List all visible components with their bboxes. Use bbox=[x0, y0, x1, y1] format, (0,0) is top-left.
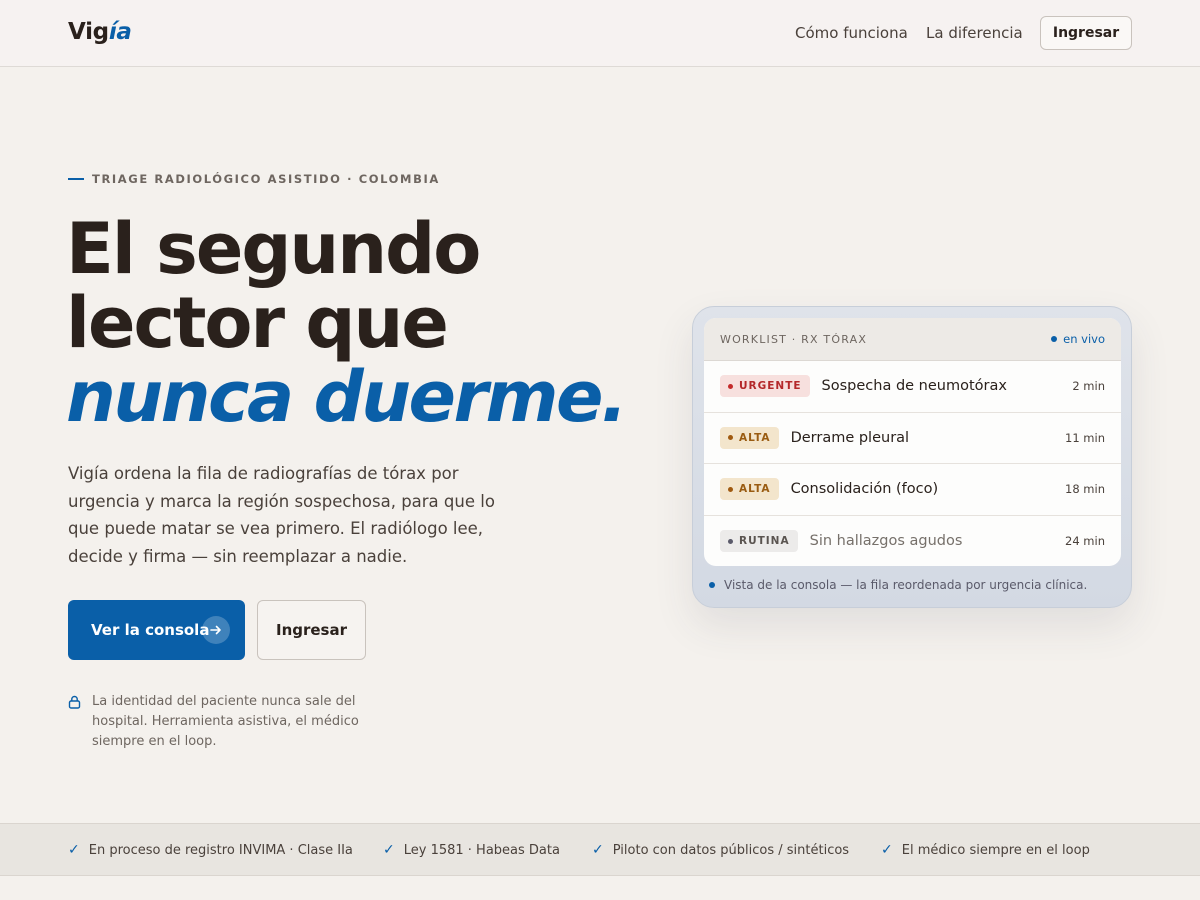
badge-dot-icon bbox=[728, 435, 733, 441]
finding-text: Sin hallazgos agudos bbox=[809, 533, 963, 550]
eyebrow: TRIAGE RADIOLÓGICO ASISTIDO · COLOMBIA bbox=[68, 172, 440, 186]
status-badge: ALTA bbox=[720, 478, 779, 501]
hero-description: Vigía ordena la fila de radiografías de … bbox=[68, 464, 495, 566]
view-console-label: Ver la consola bbox=[91, 621, 210, 639]
privacy-text: La identidad del paciente nunca sale del… bbox=[92, 694, 359, 749]
header-login-button[interactable]: Ingresar bbox=[1040, 16, 1132, 50]
nav-link-la-diferencia[interactable]: La diferencia bbox=[926, 24, 1023, 42]
badge-dot-icon bbox=[728, 538, 733, 544]
status-badge: ALTA bbox=[720, 426, 779, 449]
status-badge: RUTINA bbox=[720, 530, 798, 553]
view-console-button[interactable]: Ver la consola bbox=[68, 600, 245, 660]
worklist-panel: WORKLIST · RX TÓRAX en vivo URGENTE Sosp… bbox=[704, 318, 1121, 566]
hero-login-button[interactable]: Ingresar bbox=[257, 600, 366, 660]
headline-line-2: lector que bbox=[66, 282, 449, 364]
wait-time: 11 min bbox=[1065, 430, 1105, 445]
worklist-title: WORKLIST · RX TÓRAX bbox=[720, 332, 868, 346]
arrow-right-icon bbox=[202, 616, 230, 644]
worklist-row[interactable]: RUTINA Sin hallazgos agudos 24 min bbox=[704, 516, 1121, 567]
live-indicator: en vivo bbox=[1051, 332, 1105, 346]
wait-time: 2 min bbox=[1072, 379, 1105, 394]
check-icon: ✓ bbox=[383, 842, 395, 858]
worklist-row[interactable]: ALTA Derrame pleural 11 min bbox=[704, 413, 1121, 464]
badge-dot-icon bbox=[728, 486, 733, 492]
check-icon: ✓ bbox=[881, 842, 893, 858]
badge-label: ALTA bbox=[739, 431, 771, 444]
worklist-row[interactable]: ALTA Consolidación (foco) 18 min bbox=[704, 464, 1121, 516]
top-navigation-bar: Vigía Cómo funciona La diferencia Ingres… bbox=[0, 0, 1200, 67]
worklist-row[interactable]: URGENTE Sospecha de neumotórax 2 min bbox=[704, 361, 1121, 413]
trust-text: Ley 1581 · Habeas Data bbox=[403, 842, 560, 858]
console-caption: Vista de la consola — la fila reordenada… bbox=[709, 578, 1087, 592]
finding-text: Sospecha de neumotórax bbox=[821, 378, 1007, 395]
nav-link-como-funciona[interactable]: Cómo funciona bbox=[795, 24, 908, 42]
privacy-note: La identidad del paciente nunca sale del… bbox=[68, 692, 408, 752]
check-icon: ✓ bbox=[592, 842, 604, 858]
live-label: en vivo bbox=[1063, 332, 1105, 346]
wait-time: 18 min bbox=[1065, 482, 1105, 497]
caption-dot-icon bbox=[709, 582, 715, 588]
trust-item: ✓ Ley 1581 · Habeas Data bbox=[383, 842, 560, 858]
badge-dot-icon bbox=[728, 383, 733, 389]
badge-label: RUTINA bbox=[739, 535, 790, 548]
headline-line-1: El segundo bbox=[66, 208, 481, 290]
badge-label: URGENTE bbox=[739, 380, 802, 393]
caption-text: Vista de la consola — la fila reordenada… bbox=[724, 578, 1088, 592]
worklist-header: WORKLIST · RX TÓRAX en vivo bbox=[704, 318, 1121, 361]
logo[interactable]: Vigía bbox=[68, 19, 132, 45]
trust-text: Piloto con datos públicos / sintéticos bbox=[612, 842, 850, 858]
eyebrow-text: TRIAGE RADIOLÓGICO ASISTIDO · COLOMBIA bbox=[92, 172, 440, 186]
trust-item: ✓ El médico siempre en el loop bbox=[881, 842, 1090, 858]
check-icon: ✓ bbox=[68, 842, 80, 858]
console-preview-card: WORKLIST · RX TÓRAX en vivo URGENTE Sosp… bbox=[692, 306, 1132, 608]
trust-item: ✓ En proceso de registro INVIMA · Clase I… bbox=[68, 842, 353, 858]
live-dot-icon bbox=[1051, 336, 1058, 342]
trust-text: El médico siempre en el loop bbox=[901, 842, 1090, 858]
trust-bar: ✓ En proceso de registro INVIMA · Clase I… bbox=[0, 823, 1200, 876]
finding-text: Consolidación (foco) bbox=[790, 481, 939, 498]
trust-text: En proceso de registro INVIMA · Clase II… bbox=[88, 842, 353, 858]
page-title: El segundo lector que nunca duerme. bbox=[66, 208, 628, 438]
eyebrow-rule bbox=[68, 178, 84, 180]
finding-text: Derrame pleural bbox=[790, 429, 910, 446]
trust-item: ✓ Piloto con datos públicos / sintéticos bbox=[592, 842, 849, 858]
status-badge: URGENTE bbox=[720, 375, 810, 398]
wait-time: 24 min bbox=[1065, 534, 1105, 549]
lock-icon bbox=[68, 695, 82, 752]
badge-label: ALTA bbox=[739, 483, 771, 496]
headline-emphasis: nunca duerme. bbox=[66, 356, 628, 438]
